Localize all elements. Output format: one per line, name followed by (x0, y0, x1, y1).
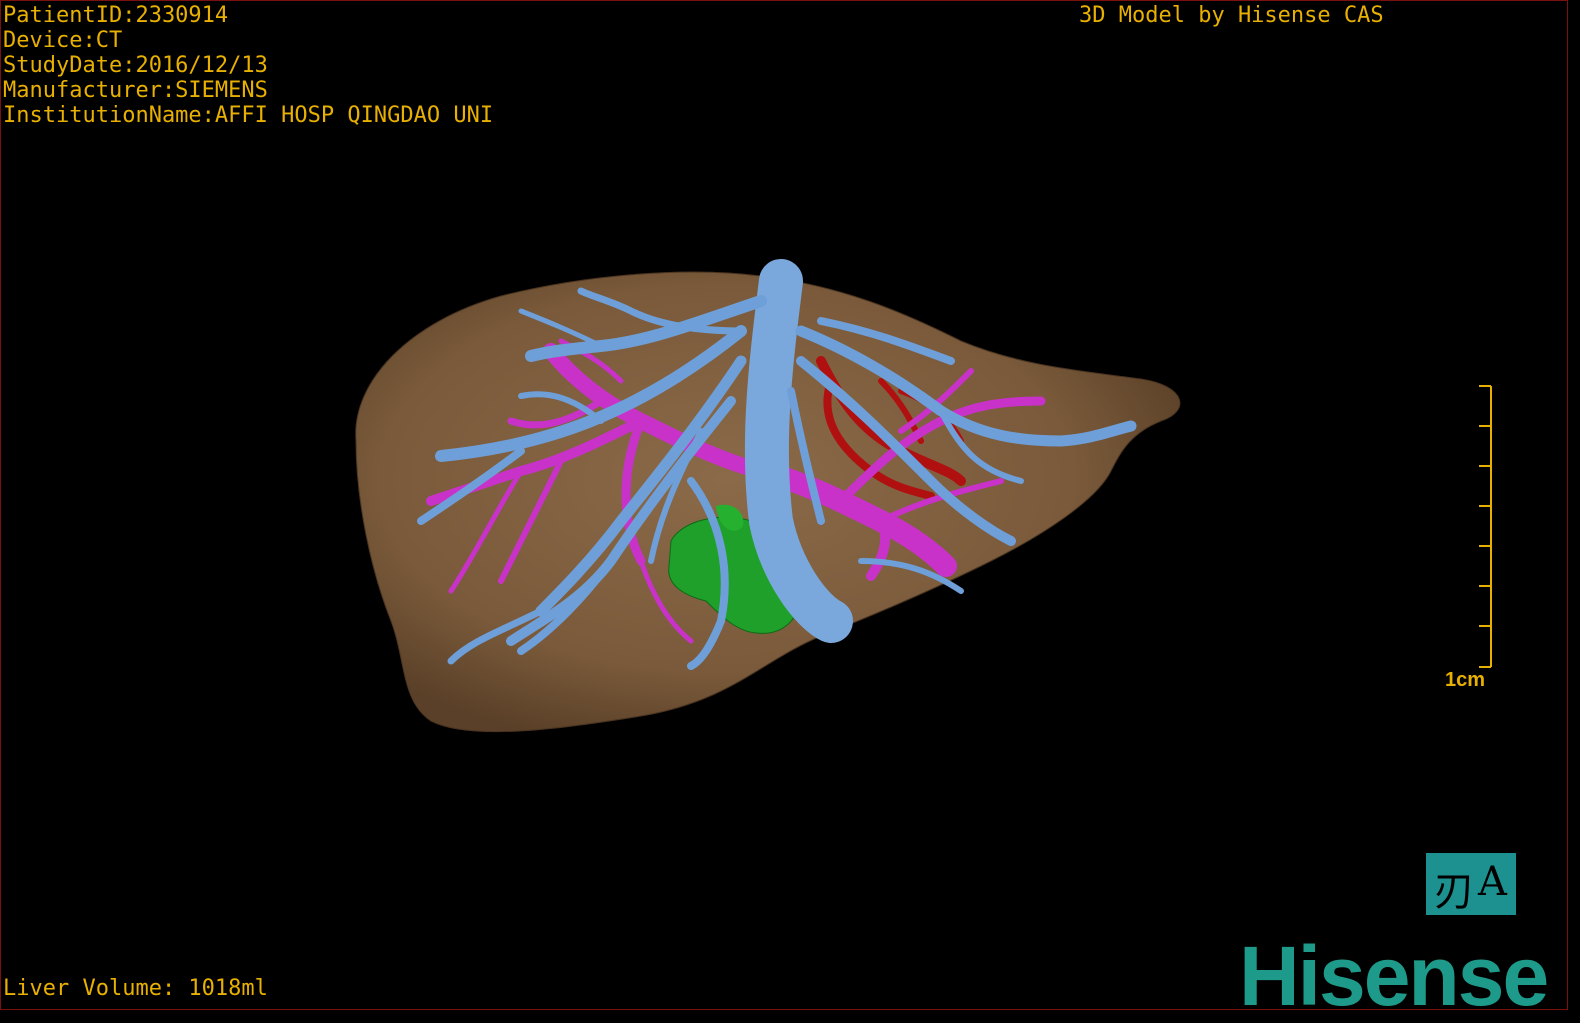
model-credit-text: 3D Model by Hisense CAS (1079, 3, 1384, 28)
device-text: Device:CT (3, 28, 123, 53)
scale-bar (1479, 385, 1492, 668)
liver-volume-text: Liver Volume: 1018ml (3, 976, 268, 1001)
orientation-glyph-right: A (1478, 859, 1507, 905)
hisense-logo: Hisense (1239, 929, 1549, 1023)
patient-id-text: PatientID:2330914 (3, 3, 229, 28)
dicom-info-overlay: PatientID:2330914 Device:CT StudyDate:20… (3, 3, 493, 128)
institution-text: InstitutionName:AFFI HOSP QINGDAO UNI (3, 103, 494, 128)
study-date-text: StudyDate:2016/12/13 (3, 53, 268, 78)
manufacturer-text: Manufacturer:SIEMENS (3, 78, 268, 103)
liver-3d-model[interactable] (1, 1, 1569, 1011)
3d-viewport[interactable]: PatientID:2330914 Device:CT StudyDate:20… (0, 0, 1569, 1021)
orientation-glyph-left: 刃 (1434, 869, 1474, 915)
orientation-toggle-button[interactable]: 刃 A (1426, 853, 1516, 915)
scale-bar-label: 1cm (1445, 669, 1486, 691)
